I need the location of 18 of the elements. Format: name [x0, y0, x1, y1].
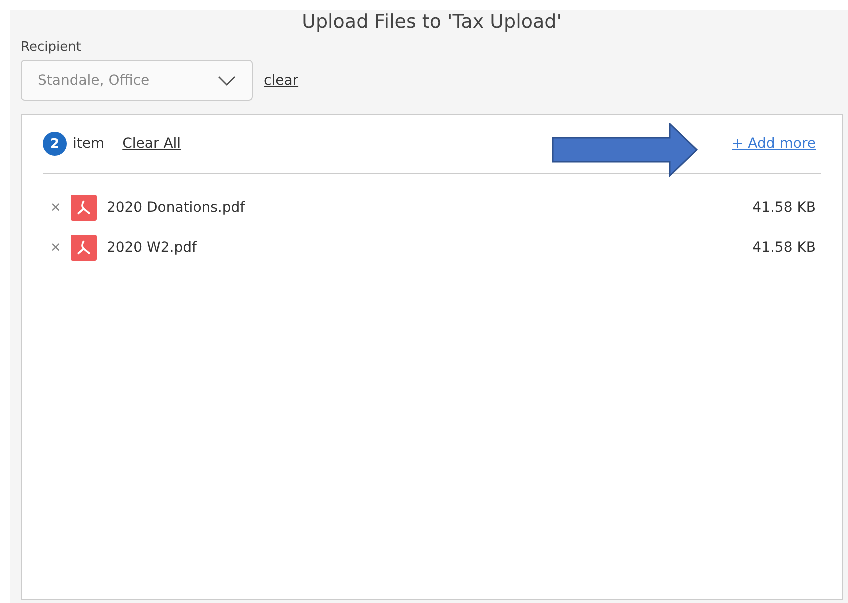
file-size: 41.58 KB: [752, 240, 816, 256]
clear-link[interactable]: clear: [264, 72, 299, 88]
dialog-title: Upload Files to 'Tax Upload': [301, 11, 563, 35]
add-more-link[interactable]: + Add more: [732, 136, 816, 152]
file-name: 2020 Donations.pdf: [106, 200, 246, 216]
arrow-icon: [552, 123, 698, 177]
file-size: 41.58 KB: [752, 200, 816, 216]
file-name: 2020 W2.pdf: [106, 240, 197, 256]
recipient-label: Recipient: [21, 40, 82, 55]
clear-all-link[interactable]: Clear All: [122, 136, 182, 152]
pdf-file-icon: [70, 235, 97, 261]
item-count-label: item: [73, 136, 105, 152]
recipient-dropdown[interactable]: Standale, Office: [21, 60, 253, 101]
item-count-badge: 2: [43, 132, 67, 156]
remove-button[interactable]: ×: [47, 198, 65, 218]
remove-button[interactable]: ×: [47, 238, 65, 258]
pdf-file-icon: [70, 195, 97, 221]
chevron-down-icon: [218, 76, 236, 86]
